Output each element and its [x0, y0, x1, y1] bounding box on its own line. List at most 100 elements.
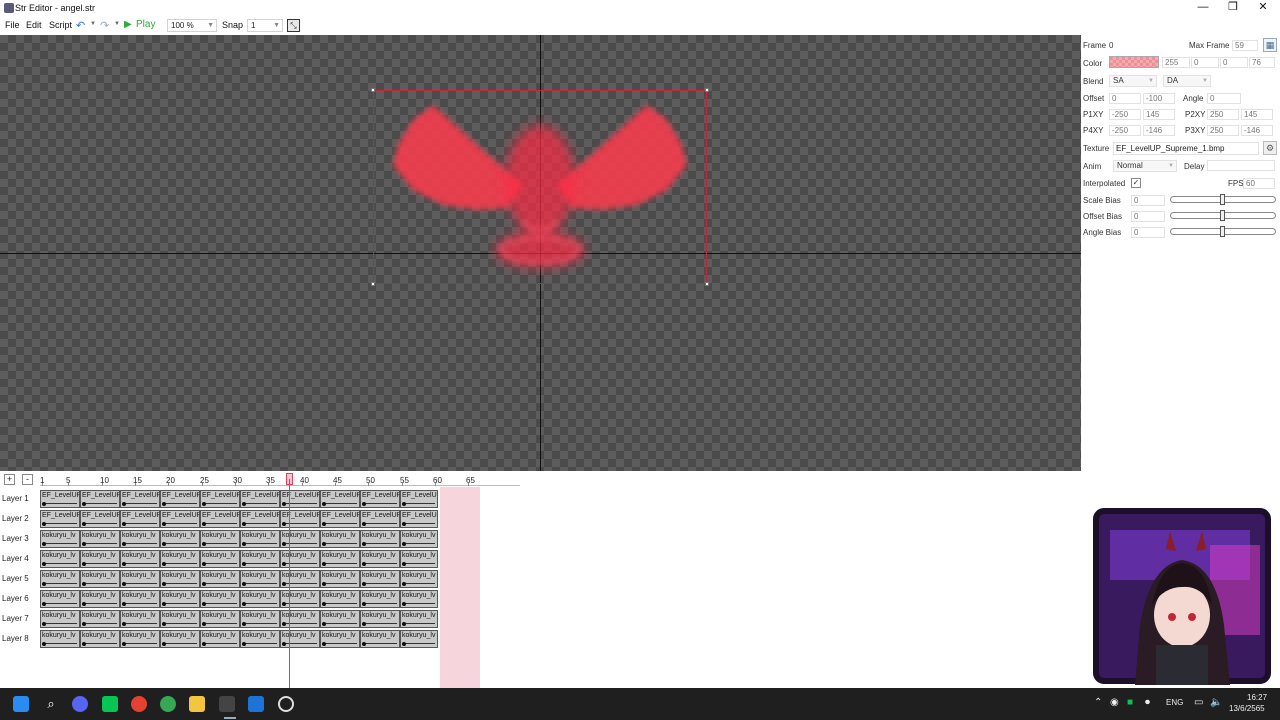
clock-time[interactable]: 16:27	[1247, 693, 1267, 702]
keyframe-cell[interactable]: kokuryu_lv	[240, 590, 280, 608]
windows-start-icon[interactable]	[13, 696, 29, 712]
keyframe-cell[interactable]: kokuryu_lv	[160, 590, 200, 608]
keyframe-cell[interactable]: kokuryu_lv	[40, 570, 80, 588]
keyframe-cell[interactable]: kokuryu_lv	[400, 630, 438, 648]
keyframe-cell[interactable]: kokuryu_lv	[80, 590, 120, 608]
offset-bias-input[interactable]: 0	[1131, 211, 1165, 222]
keyframe-cell[interactable]: EF_LevelUP	[40, 510, 80, 528]
keyframe-cell[interactable]: EF_LevelUP	[400, 510, 438, 528]
keyframe-cell[interactable]: kokuryu_lv	[160, 630, 200, 648]
angle-bias-input[interactable]: 0	[1131, 227, 1165, 238]
p3-y-input[interactable]: -146	[1241, 125, 1273, 136]
keyframe-cell[interactable]: kokuryu_lv	[320, 630, 360, 648]
redo-dropdown-icon[interactable]: ▼	[114, 21, 120, 27]
obs-icon[interactable]	[278, 696, 294, 712]
keyframe-cell[interactable]: kokuryu_lv	[240, 610, 280, 628]
p2-x-input[interactable]: 250	[1207, 109, 1239, 120]
p4-y-input[interactable]: -146	[1143, 125, 1175, 136]
keyframe-cell[interactable]: EF_LevelUP	[240, 490, 280, 508]
add-layer-button[interactable]: +	[4, 474, 15, 485]
keyframe-cell[interactable]: kokuryu_lv	[240, 630, 280, 648]
keyframe-cell[interactable]: kokuryu_lv	[240, 530, 280, 548]
discord-icon[interactable]	[72, 696, 88, 712]
tray-chevron-icon[interactable]: ⌃	[1094, 697, 1102, 708]
keyframe-cell[interactable]: kokuryu_lv	[280, 570, 320, 588]
resize-handle[interactable]	[371, 282, 375, 286]
keyframe-cell[interactable]: kokuryu_lv	[160, 550, 200, 568]
keyframe-cell[interactable]: kokuryu_lv	[160, 530, 200, 548]
chrome-icon[interactable]	[131, 696, 147, 712]
keyframe-cell[interactable]: EF_LevelUP	[160, 490, 200, 508]
layer-label[interactable]: Layer 6	[2, 594, 29, 603]
keyframe-cell[interactable]: kokuryu_lv	[200, 630, 240, 648]
keyframe-cell[interactable]: EF_LevelUP	[360, 510, 400, 528]
keyframe-cell[interactable]: kokuryu_lv	[400, 570, 438, 588]
layer-label[interactable]: Layer 4	[2, 554, 29, 563]
file-explorer-icon[interactable]	[189, 696, 205, 712]
keyframe-cell[interactable]: kokuryu_lv	[120, 530, 160, 548]
close-button[interactable]: ✕	[1248, 0, 1278, 17]
keyframe-cell[interactable]: kokuryu_lv	[280, 590, 320, 608]
str-editor-icon[interactable]	[219, 696, 235, 712]
keyframe-cell[interactable]: kokuryu_lv	[200, 610, 240, 628]
keyframe-cell[interactable]: EF_LevelUP	[120, 510, 160, 528]
keyframe-cell[interactable]: EF_LevelUP	[280, 510, 320, 528]
keyframe-cell[interactable]: kokuryu_lv	[200, 550, 240, 568]
keyframe-cell[interactable]: kokuryu_lv	[240, 570, 280, 588]
angle-input[interactable]: 0	[1207, 93, 1241, 104]
menu-script[interactable]: Script	[49, 20, 72, 30]
color-swatch[interactable]	[1109, 56, 1159, 68]
keyframe-cell[interactable]: kokuryu_lv	[120, 550, 160, 568]
keyframe-cell[interactable]: kokuryu_lv	[80, 570, 120, 588]
network-icon[interactable]: ▭	[1194, 697, 1203, 708]
clock-date[interactable]: 13/6/2565	[1229, 704, 1265, 713]
keyframe-cell[interactable]: kokuryu_lv	[320, 590, 360, 608]
p4-x-input[interactable]: -250	[1109, 125, 1141, 136]
timeline-panel[interactable]: + - 1 5 10 15 20 25 30 35 40 45 50 55 60 65 Layer 1 EF…	[0, 471, 1081, 688]
keyframe-cell[interactable]: kokuryu_lv	[320, 610, 360, 628]
color-a-input[interactable]: 76	[1249, 57, 1275, 68]
keyframe-cell[interactable]: EF_LevelUP	[240, 510, 280, 528]
keyframe-cell[interactable]: kokuryu_lv	[40, 530, 80, 548]
layer-label[interactable]: Layer 2	[2, 514, 29, 523]
keyframe-cell[interactable]: EF_LevelUP	[400, 490, 438, 508]
keyframe-cell[interactable]: EF_LevelUP	[200, 490, 240, 508]
keyframe-cell[interactable]: kokuryu_lv	[280, 550, 320, 568]
undo-dropdown-icon[interactable]: ▼	[90, 21, 96, 27]
keyframe-cell[interactable]: kokuryu_lv	[120, 630, 160, 648]
zoom-select[interactable]: 100 % ▼	[167, 19, 217, 32]
keyframe-cell[interactable]: kokuryu_lv	[200, 570, 240, 588]
color-g-input[interactable]: 0	[1191, 57, 1219, 68]
layer-label[interactable]: Layer 8	[2, 634, 29, 643]
tray-discord-icon[interactable]: ◉	[1110, 697, 1119, 708]
keyframe-cell[interactable]: EF_LevelUP	[160, 510, 200, 528]
p1-y-input[interactable]: 145	[1143, 109, 1175, 120]
keyframe-cell[interactable]: kokuryu_lv	[200, 530, 240, 548]
layer-label[interactable]: Layer 1	[2, 494, 29, 503]
keyframe-cell[interactable]: kokuryu_lv	[320, 530, 360, 548]
keyframe-cell[interactable]: kokuryu_lv	[120, 590, 160, 608]
keyframe-cell[interactable]: kokuryu_lv	[400, 590, 438, 608]
keyframe-cell[interactable]: EF_LevelUP	[320, 510, 360, 528]
keyframe-cell[interactable]: kokuryu_lv	[240, 550, 280, 568]
keyframe-cell[interactable]: kokuryu_lv	[360, 550, 400, 568]
angle-bias-thumb[interactable]	[1220, 226, 1225, 237]
keyframe-cell[interactable]: kokuryu_lv	[200, 590, 240, 608]
volume-icon[interactable]: 🔈	[1210, 697, 1222, 708]
interpolated-checkbox[interactable]: ✓	[1131, 178, 1141, 188]
keyframe-cell[interactable]: EF_LevelUP	[80, 510, 120, 528]
blend-src-select[interactable]: SA ▼	[1109, 75, 1157, 87]
resize-handle[interactable]	[371, 88, 375, 92]
menu-edit[interactable]: Edit	[26, 20, 42, 30]
keyframe-cell[interactable]: kokuryu_lv	[360, 630, 400, 648]
p1-x-input[interactable]: -250	[1109, 109, 1141, 120]
layer-label[interactable]: Layer 7	[2, 614, 29, 623]
keyframe-cell[interactable]: EF_LevelUP	[120, 490, 160, 508]
offset-bias-thumb[interactable]	[1220, 210, 1225, 221]
keyframe-cell[interactable]: kokuryu_lv	[360, 590, 400, 608]
keyframe-cell[interactable]: kokuryu_lv	[400, 550, 438, 568]
resize-handle[interactable]	[705, 282, 709, 286]
keyframe-cell[interactable]: kokuryu_lv	[80, 530, 120, 548]
calculator-icon[interactable]: ▦	[1263, 38, 1277, 52]
texture-input[interactable]: EF_LevelUP_Supreme_1.bmp	[1113, 142, 1259, 155]
